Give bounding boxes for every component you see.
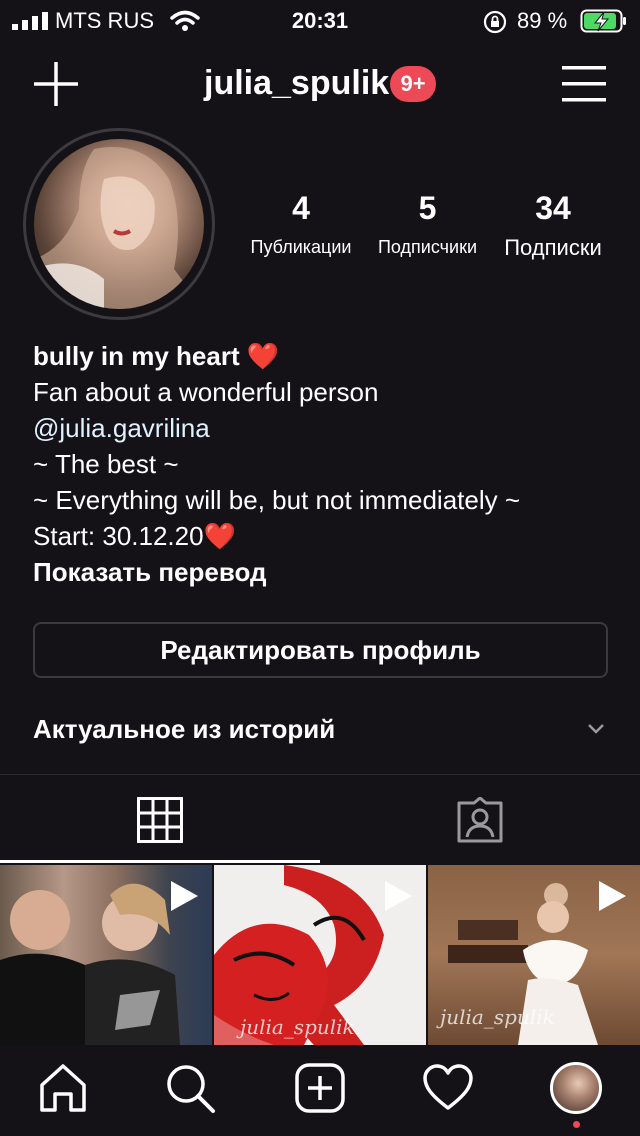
notification-dot — [573, 1121, 580, 1128]
nav-profile-avatar[interactable] — [550, 1062, 602, 1114]
posts-count: 4 — [292, 190, 310, 226]
edit-profile-button[interactable]: Редактировать профиль — [33, 622, 608, 678]
followers-stat[interactable]: 5 Подписчики — [370, 190, 485, 258]
following-stat[interactable]: 34 Подписки — [497, 190, 609, 261]
bio-line: Start: 30.12.20❤️ — [33, 521, 236, 551]
video-play-icon — [385, 881, 412, 911]
status-bar: MTS RUS 20:31 89 % — [0, 0, 640, 42]
video-play-icon — [171, 881, 198, 911]
posts-label: Публикации — [250, 237, 352, 257]
profile-username[interactable]: julia_spulik — [204, 64, 389, 103]
plus-icon[interactable] — [32, 60, 80, 108]
bio-mention-link[interactable]: @julia.gavrilina — [33, 410, 613, 446]
bio-line: Fan about a wonderful person — [33, 377, 379, 407]
heart-icon[interactable] — [421, 1061, 475, 1115]
story-highlights-header[interactable]: Актуальное из историй — [33, 714, 335, 745]
avatar-photo — [34, 147, 204, 309]
battery-percent: 89 % — [517, 8, 568, 33]
post-thumbnail[interactable]: julia_spulik — [214, 865, 426, 1045]
bottom-nav — [0, 1045, 640, 1136]
new-post-icon[interactable] — [293, 1061, 347, 1115]
post-thumbnail[interactable] — [0, 865, 212, 1045]
chevron-down-icon[interactable] — [586, 722, 606, 736]
active-tab-indicator — [0, 860, 320, 863]
following-label: Подписки — [504, 235, 602, 260]
video-play-icon — [599, 881, 626, 911]
following-count: 34 — [535, 190, 571, 226]
bio-display-name: bully in my heart ❤️ — [33, 341, 280, 371]
tagged-person-icon — [457, 797, 503, 843]
post-watermark: julia_spulik — [440, 1005, 555, 1029]
profile-bio: bully in my heart ❤️ Fan about a wonderf… — [33, 338, 613, 590]
profile-avatar[interactable] — [34, 139, 204, 309]
show-translation-link[interactable]: Показать перевод — [33, 554, 613, 590]
search-icon[interactable] — [163, 1061, 217, 1115]
battery-charging-icon — [580, 9, 626, 33]
home-icon[interactable] — [36, 1061, 90, 1115]
tab-grid[interactable] — [0, 775, 320, 863]
tab-tagged[interactable] — [320, 775, 640, 863]
hamburger-menu-icon[interactable] — [562, 64, 606, 104]
bio-line: ~ The best ~ — [33, 449, 179, 479]
followers-count: 5 — [418, 190, 437, 226]
notification-badge[interactable]: 9+ — [390, 66, 436, 102]
bio-line: ~ Everything will be, but not immediatel… — [33, 485, 521, 515]
post-thumbnail[interactable]: julia_spulik — [428, 865, 640, 1045]
followers-label: Подписчики — [377, 237, 478, 257]
rotation-lock-icon — [483, 10, 507, 34]
grid-icon — [137, 797, 183, 843]
posts-stat[interactable]: 4 Публикации — [246, 190, 356, 258]
post-watermark: julia_spulik — [240, 1015, 355, 1039]
